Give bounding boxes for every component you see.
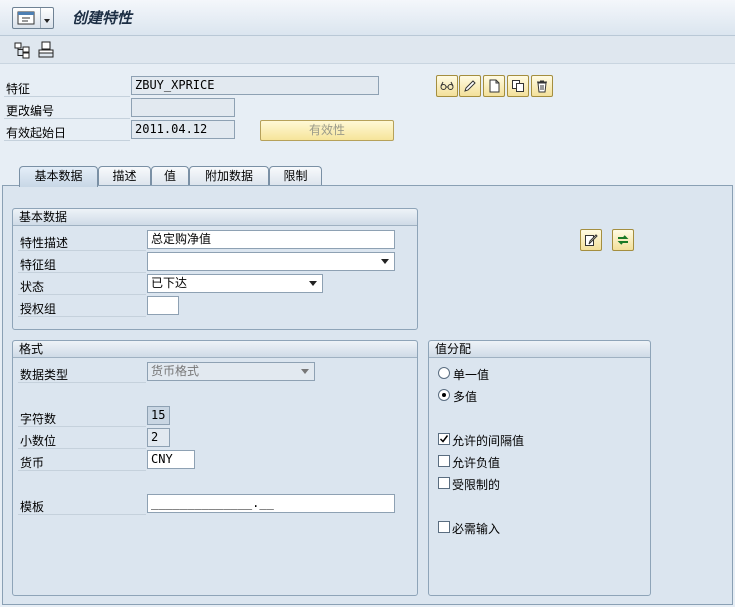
divider <box>18 250 146 251</box>
change-button[interactable] <box>459 75 481 97</box>
tab-description[interactable]: 描述 <box>98 166 151 186</box>
multi-value-radio[interactable] <box>438 389 450 401</box>
new-document-icon <box>489 79 500 93</box>
edit-icon <box>585 234 598 246</box>
divider <box>4 140 130 141</box>
checkmark-icon <box>439 435 449 443</box>
group-title: 格式 <box>13 341 417 358</box>
status-value: 已下达 <box>151 276 188 290</box>
auth-group-input[interactable] <box>147 296 179 315</box>
divider <box>4 96 130 97</box>
create-button[interactable] <box>483 75 505 97</box>
num-chars-label: 字符数 <box>20 412 57 426</box>
system-menu-button[interactable] <box>12 7 54 29</box>
description-label: 特性描述 <box>20 236 69 250</box>
num-chars-field[interactable]: 15 <box>147 406 170 425</box>
restricted-checkbox[interactable] <box>438 477 450 489</box>
divider <box>18 448 146 449</box>
restricted-label: 受限制的 <box>452 478 501 492</box>
interval-checkbox[interactable] <box>438 433 450 445</box>
template-input[interactable]: ______________.__ <box>147 494 395 513</box>
divider <box>18 316 146 317</box>
display-button[interactable] <box>436 75 458 97</box>
group-title: 值分配 <box>429 341 650 358</box>
divider <box>18 426 146 427</box>
status-label: 状态 <box>20 280 45 294</box>
glasses-icon <box>440 81 454 90</box>
pencil-icon <box>464 80 476 92</box>
decimals-field[interactable]: 2 <box>147 428 170 447</box>
trash-icon <box>537 80 547 93</box>
radio-dot <box>442 393 446 397</box>
copy-icon <box>512 80 524 92</box>
chars-group-select[interactable] <box>147 252 395 271</box>
negative-checkbox[interactable] <box>438 455 450 467</box>
data-type-label: 数据类型 <box>20 368 69 382</box>
group-title: 基本数据 <box>13 209 417 226</box>
change-number-field[interactable] <box>131 98 235 117</box>
valid-from-label: 有效起始日 <box>6 126 67 140</box>
chevron-down-icon[interactable] <box>309 281 317 286</box>
divider <box>18 294 146 295</box>
divider <box>18 470 146 471</box>
interval-label: 允许的间隔值 <box>452 434 525 448</box>
divider <box>18 382 146 383</box>
copy-button[interactable] <box>507 75 529 97</box>
page-title: 创建特性 <box>72 9 133 27</box>
menu-icon <box>17 11 35 25</box>
switch-icon <box>617 235 629 245</box>
tab-additional-data[interactable]: 附加数据 <box>189 166 269 186</box>
switch-button[interactable] <box>612 229 634 251</box>
tab-restrictions[interactable]: 限制 <box>269 166 322 186</box>
characteristic-label: 特征 <box>6 82 31 96</box>
chevron-down-icon[interactable] <box>381 259 389 264</box>
data-type-select[interactable]: 货币格式 <box>147 362 315 381</box>
data-type-value: 货币格式 <box>151 364 200 378</box>
negative-label: 允许负值 <box>452 456 501 470</box>
divider <box>18 272 146 273</box>
single-value-label: 单一值 <box>453 368 490 382</box>
chars-group-label: 特征组 <box>20 258 57 272</box>
valid-from-field[interactable]: 2011.04.12 <box>131 120 235 139</box>
divider <box>18 514 146 515</box>
delete-button[interactable] <box>531 75 553 97</box>
status-select[interactable]: 已下达 <box>147 274 323 293</box>
title-bar: 创建特性 <box>0 0 735 36</box>
characteristic-field[interactable]: ZBUY_XPRICE <box>131 76 379 95</box>
required-checkbox[interactable] <box>438 521 450 533</box>
decimals-label: 小数位 <box>20 434 57 448</box>
auth-group-label: 授权组 <box>20 302 57 316</box>
change-number-label: 更改编号 <box>6 104 55 118</box>
required-label: 必需输入 <box>452 522 501 536</box>
tab-basic-data[interactable]: 基本数据 <box>19 166 98 187</box>
chevron-down-icon <box>301 369 309 374</box>
chevron-down-icon[interactable] <box>40 8 53 28</box>
validity-button[interactable]: 有效性 <box>260 120 394 141</box>
application-toolbar <box>0 36 735 64</box>
tab-values[interactable]: 值 <box>151 166 189 186</box>
currency-label: 货币 <box>20 456 45 470</box>
description-input[interactable]: 总定购净值 <box>147 230 395 249</box>
multi-value-label: 多值 <box>453 390 478 404</box>
hierarchy-icon[interactable] <box>13 41 31 59</box>
edit-values-button[interactable] <box>580 229 602 251</box>
classification-icon[interactable] <box>37 41 55 59</box>
single-value-radio[interactable] <box>438 367 450 379</box>
divider <box>4 118 130 119</box>
currency-input[interactable]: CNY <box>147 450 195 469</box>
template-label: 模板 <box>20 500 45 514</box>
